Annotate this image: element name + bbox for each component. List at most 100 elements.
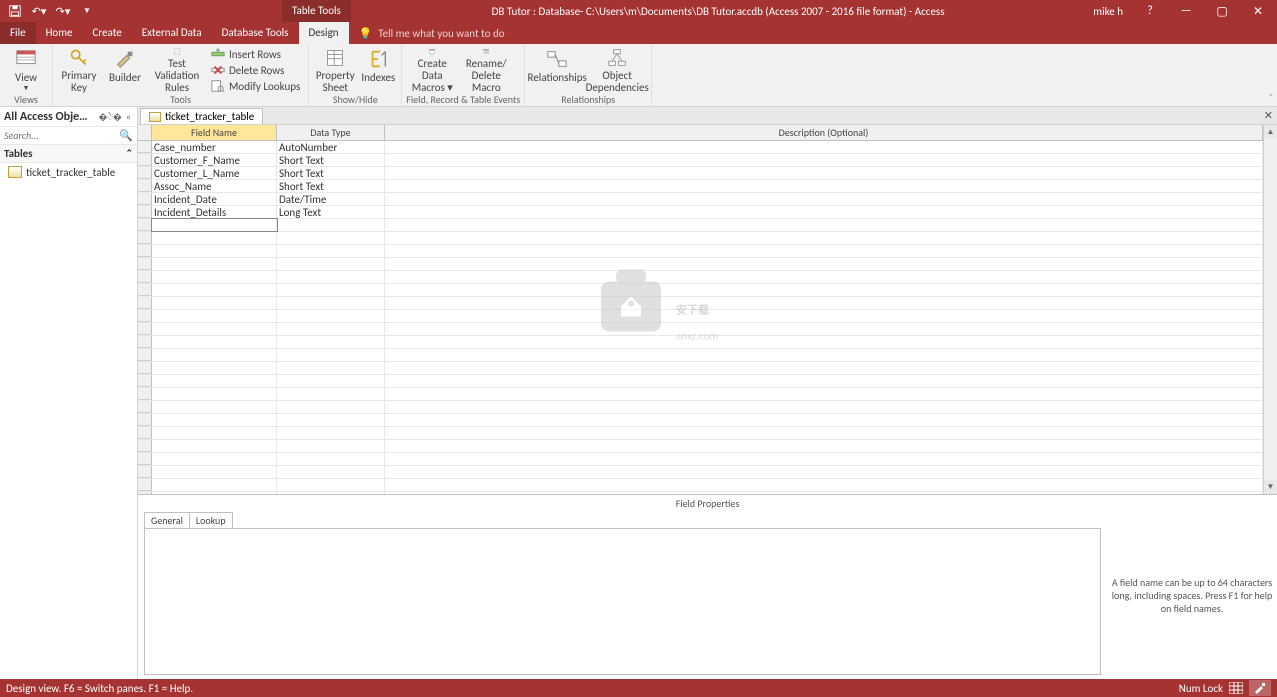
- field-name-cell[interactable]: [152, 440, 277, 452]
- col-header-field-name[interactable]: Field Name: [152, 125, 277, 140]
- description-cell[interactable]: [385, 310, 1263, 322]
- save-icon[interactable]: [4, 1, 26, 21]
- description-cell[interactable]: [385, 336, 1263, 348]
- field-name-cell[interactable]: [152, 375, 277, 387]
- builder-button[interactable]: Builder: [103, 46, 147, 94]
- data-type-cell[interactable]: [277, 401, 385, 413]
- data-type-cell[interactable]: Date/Time: [277, 193, 385, 205]
- row-selector[interactable]: [138, 154, 152, 166]
- collapse-group-icon[interactable]: ⌃: [125, 148, 133, 159]
- help-icon[interactable]: ?: [1133, 0, 1167, 22]
- description-cell[interactable]: [385, 167, 1263, 179]
- data-type-cell[interactable]: [277, 245, 385, 257]
- field-name-cell[interactable]: [152, 271, 277, 283]
- nav-collapse-icon[interactable]: «: [124, 110, 133, 123]
- close-tab-icon[interactable]: ✕: [1264, 109, 1273, 122]
- data-type-cell[interactable]: [277, 310, 385, 322]
- col-header-data-type[interactable]: Data Type: [277, 125, 385, 140]
- field-name-cell[interactable]: [152, 323, 277, 335]
- relationships-button[interactable]: Relationships: [529, 46, 585, 94]
- field-name-cell[interactable]: [152, 388, 277, 400]
- description-cell[interactable]: [385, 232, 1263, 244]
- row-selector[interactable]: [138, 167, 152, 179]
- restore-icon[interactable]: ▢: [1205, 0, 1239, 22]
- field-name-cell[interactable]: Customer_F_Name: [152, 154, 277, 166]
- close-icon[interactable]: ✕: [1241, 0, 1275, 22]
- description-cell[interactable]: [385, 258, 1263, 270]
- data-type-cell[interactable]: Short Text: [277, 154, 385, 166]
- field-name-cell[interactable]: [152, 492, 277, 494]
- row-selector[interactable]: [138, 414, 152, 426]
- insert-rows-button[interactable]: Insert Rows: [207, 46, 304, 62]
- description-cell[interactable]: [385, 466, 1263, 478]
- vertical-scrollbar[interactable]: ▲ ▼: [1263, 125, 1277, 494]
- tab-home[interactable]: Home: [36, 22, 83, 44]
- field-name-cell[interactable]: [152, 414, 277, 426]
- tab-file[interactable]: File: [0, 22, 36, 44]
- fp-tab-lookup[interactable]: Lookup: [189, 512, 233, 528]
- data-type-cell[interactable]: [277, 414, 385, 426]
- description-cell[interactable]: [385, 180, 1263, 192]
- row-selector[interactable]: [138, 349, 152, 361]
- field-name-cell[interactable]: [152, 310, 277, 322]
- fp-tab-general[interactable]: General: [144, 512, 190, 528]
- description-cell[interactable]: [385, 193, 1263, 205]
- field-name-cell[interactable]: [152, 336, 277, 348]
- description-cell[interactable]: [385, 440, 1263, 452]
- design-view-icon[interactable]: [1249, 680, 1271, 696]
- description-cell[interactable]: [385, 414, 1263, 426]
- data-type-cell[interactable]: [277, 232, 385, 244]
- primary-key-button[interactable]: Primary Key: [57, 46, 101, 94]
- description-cell[interactable]: [385, 453, 1263, 465]
- undo-icon[interactable]: ↶▾: [28, 1, 50, 21]
- nav-title[interactable]: All Access Obje…: [4, 110, 97, 124]
- delete-rows-button[interactable]: Delete Rows: [207, 62, 304, 78]
- description-cell[interactable]: [385, 323, 1263, 335]
- select-all-rows[interactable]: [138, 125, 152, 140]
- scroll-up-icon[interactable]: ▲: [1264, 125, 1277, 139]
- redo-icon[interactable]: ↷▾: [52, 1, 74, 21]
- row-selector[interactable]: [138, 284, 152, 296]
- data-type-cell[interactable]: [277, 427, 385, 439]
- object-dependencies-button[interactable]: Object Dependencies: [587, 46, 647, 94]
- description-cell[interactable]: [385, 206, 1263, 218]
- data-type-cell[interactable]: [277, 479, 385, 491]
- field-name-cell[interactable]: Customer_L_Name: [152, 167, 277, 179]
- field-name-cell[interactable]: [152, 349, 277, 361]
- property-sheet-button[interactable]: Property Sheet: [313, 46, 357, 94]
- row-selector[interactable]: [138, 232, 152, 244]
- nav-group-tables[interactable]: Tables ⌃: [0, 145, 137, 163]
- data-type-cell[interactable]: Short Text: [277, 167, 385, 179]
- row-selector[interactable]: [138, 362, 152, 374]
- row-selector[interactable]: [138, 466, 152, 478]
- row-selector[interactable]: [138, 219, 152, 231]
- data-type-cell[interactable]: Short Text: [277, 180, 385, 192]
- field-name-cell[interactable]: [152, 453, 277, 465]
- data-type-cell[interactable]: AutoNumber: [277, 141, 385, 153]
- modify-lookups-button[interactable]: Modify Lookups: [207, 78, 304, 94]
- data-type-cell[interactable]: [277, 336, 385, 348]
- row-selector[interactable]: [138, 323, 152, 335]
- description-cell[interactable]: [385, 154, 1263, 166]
- row-selector[interactable]: [138, 297, 152, 309]
- nav-filter-icon[interactable]: �े�: [97, 110, 124, 123]
- description-cell[interactable]: [385, 362, 1263, 374]
- field-name-cell[interactable]: Incident_Date: [152, 193, 277, 205]
- field-name-cell[interactable]: [152, 219, 277, 231]
- description-cell[interactable]: [385, 479, 1263, 491]
- description-cell[interactable]: [385, 141, 1263, 153]
- field-name-cell[interactable]: [152, 479, 277, 491]
- user-name[interactable]: mike h: [1085, 5, 1131, 18]
- field-name-cell[interactable]: Case_number: [152, 141, 277, 153]
- data-type-cell[interactable]: [277, 388, 385, 400]
- tab-external-data[interactable]: External Data: [132, 22, 212, 44]
- description-cell[interactable]: [385, 271, 1263, 283]
- field-name-cell[interactable]: [152, 284, 277, 296]
- row-selector[interactable]: [138, 375, 152, 387]
- row-selector[interactable]: [138, 258, 152, 270]
- create-data-macros-button[interactable]: Create Data Macros ▾: [406, 46, 458, 94]
- tab-create[interactable]: Create: [83, 22, 132, 44]
- scroll-down-icon[interactable]: ▼: [1264, 480, 1277, 494]
- description-cell[interactable]: [385, 219, 1263, 231]
- row-selector[interactable]: [138, 388, 152, 400]
